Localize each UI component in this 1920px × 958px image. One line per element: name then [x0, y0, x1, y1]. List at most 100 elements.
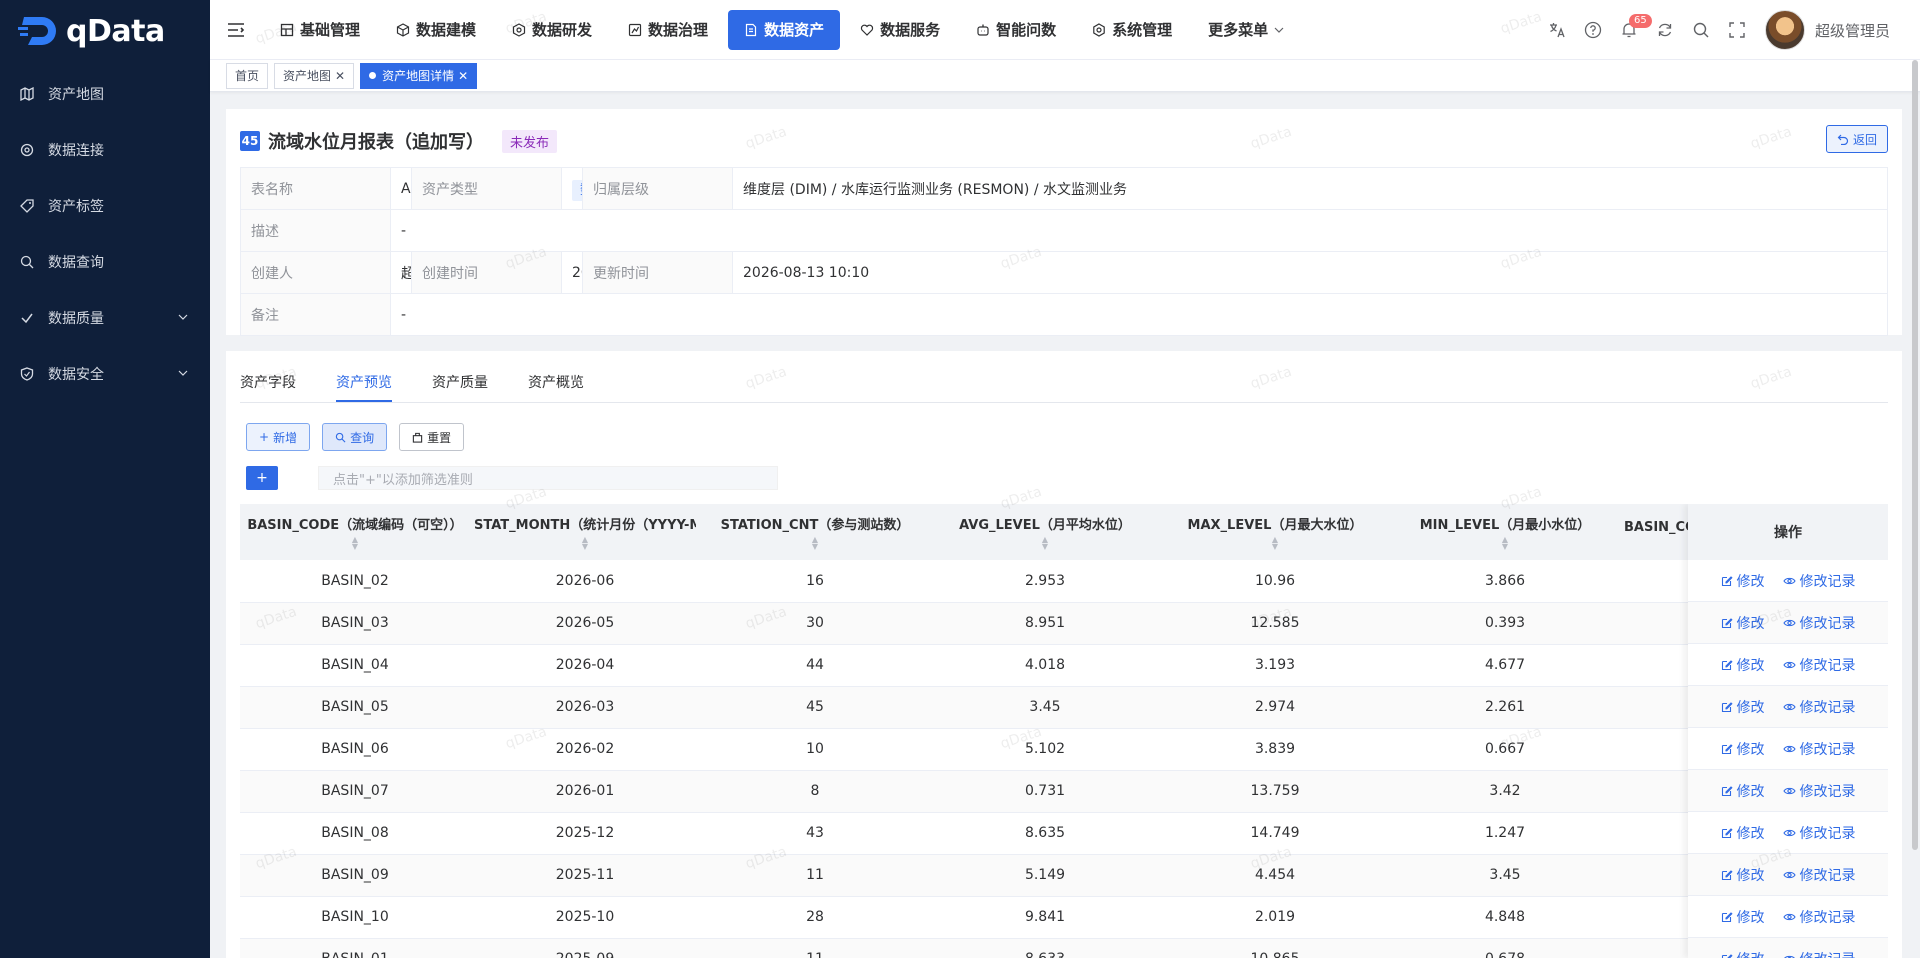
tab-asset-overview[interactable]: 资产概览 — [528, 372, 584, 402]
table-cell: 11 — [700, 938, 930, 958]
edit-history-button[interactable]: 修改记录 — [1782, 571, 1856, 591]
tab-asset-map-detail[interactable]: 资产地图详情 ✕ — [360, 62, 478, 89]
asset-type-tag: 数据库表 — [572, 180, 582, 201]
edit-button[interactable]: 修改 — [1721, 781, 1765, 801]
translate-icon[interactable] — [1539, 12, 1575, 48]
column-header[interactable]: MIN_LEVEL（月最小水位） ▲ ▼ — [1390, 504, 1620, 560]
topnav-smart-query[interactable]: 智能问数 — [960, 10, 1072, 50]
value-created-time: 2026-08-13 10:10 — [561, 251, 583, 294]
topnav-data-governance[interactable]: 数据治理 — [612, 10, 724, 50]
add-filter-button[interactable]: + — [246, 466, 278, 490]
sidebar-item-data-connection[interactable]: 数据连接 — [0, 122, 210, 178]
close-icon[interactable]: ✕ — [335, 69, 345, 83]
history-label: 修改记录 — [1799, 615, 1856, 632]
edit-button[interactable]: 修改 — [1721, 697, 1765, 717]
back-button[interactable]: 返回 — [1825, 125, 1888, 153]
filter-input[interactable]: 点击"+"以添加筛选准则 — [318, 466, 778, 490]
inner-tabs: 资产字段 资产预览 资产质量 资产概览 — [240, 351, 1888, 403]
edit-button[interactable]: 修改 — [1721, 739, 1765, 759]
add-button[interactable]: + 新增 — [246, 423, 311, 451]
table-cell: 12.585 — [1160, 602, 1390, 645]
back-arrow-icon — [1837, 134, 1849, 145]
edit-label: 修改 — [1736, 909, 1765, 926]
tab-home[interactable]: 首页 — [226, 62, 269, 89]
topnav-basic-management[interactable]: 基础管理 — [264, 10, 376, 50]
search-icon[interactable] — [1683, 12, 1719, 48]
table-row: BASIN_02 2026-06 16 2.953 10.96 3.866 — [240, 560, 1712, 603]
notification-bell-icon[interactable]: 65 — [1611, 12, 1652, 48]
page-scrollbar[interactable] — [1912, 60, 1918, 850]
edit-button[interactable]: 修改 — [1721, 613, 1765, 633]
edit-button[interactable]: 修改 — [1721, 823, 1765, 843]
tab-asset-preview[interactable]: 资产预览 — [336, 372, 392, 402]
edit-button[interactable]: 修改 — [1721, 949, 1765, 958]
active-dot-icon — [369, 72, 377, 79]
edit-history-button[interactable]: 修改记录 — [1782, 907, 1856, 927]
help-icon[interactable] — [1575, 12, 1611, 48]
sidebar-item-data-query[interactable]: 数据查询 — [0, 234, 210, 290]
sidebar-item-data-quality[interactable]: 数据质量 — [0, 290, 210, 346]
column-header[interactable]: AVG_LEVEL（月平均水位） ▲ ▼ — [930, 504, 1160, 560]
topnav-label: 智能问数 — [996, 21, 1057, 39]
username[interactable]: 超级管理员 — [1815, 20, 1890, 41]
sort-icon[interactable]: ▲ ▼ — [934, 536, 1156, 551]
topnav-label: 数据研发 — [532, 21, 593, 39]
topnav-more-menu[interactable]: 更多菜单 — [1192, 10, 1300, 50]
reset-icon — [412, 432, 423, 443]
op-row: 修改 修改记录 — [1688, 728, 1888, 770]
edit-history-button[interactable]: 修改记录 — [1782, 823, 1856, 843]
table-row: BASIN_08 2025-12 43 8.635 14.749 1.247 — [240, 812, 1712, 855]
topnav-system-management[interactable]: 系统管理 — [1076, 10, 1188, 50]
robot-icon — [977, 24, 989, 36]
sidebar-item-asset-map[interactable]: 资产地图 — [0, 66, 210, 122]
fullscreen-icon[interactable] — [1719, 12, 1755, 48]
table-cell: 2025-11 — [470, 854, 700, 897]
edit-history-button[interactable]: 修改记录 — [1782, 613, 1856, 633]
edit-button[interactable]: 修改 — [1721, 865, 1765, 885]
history-label: 修改记录 — [1799, 573, 1856, 590]
value-creator: 超级管理员 — [390, 251, 412, 294]
edit-history-button[interactable]: 修改记录 — [1782, 697, 1856, 717]
sidebar-item-asset-tags[interactable]: 资产标签 — [0, 178, 210, 234]
topnav-data-services[interactable]: 数据服务 — [844, 10, 956, 50]
edit-history-button[interactable]: 修改记录 — [1782, 781, 1856, 801]
column-header[interactable]: STAT_MONTH（统计月份（YYYY-MM））▲▼ — [470, 504, 700, 560]
edit-history-button[interactable]: 修改记录 — [1783, 949, 1856, 958]
edit-button[interactable]: 修改 — [1721, 655, 1765, 675]
avatar[interactable] — [1764, 10, 1805, 50]
edit-button[interactable]: 修改 — [1721, 571, 1765, 591]
edit-history-button[interactable]: 修改记录 — [1782, 865, 1856, 885]
sort-icon[interactable]: ▲ ▼ — [1164, 536, 1386, 551]
tab-label: 资产地图详情 — [382, 69, 455, 83]
tab-asset-map[interactable]: 资产地图 ✕ — [274, 62, 355, 89]
topnav-data-modeling[interactable]: 数据建模 — [380, 10, 492, 50]
topnav-data-development[interactable]: 数据研发 — [496, 10, 608, 50]
eye-icon — [1783, 955, 1795, 958]
menu-toggle-icon[interactable] — [226, 21, 246, 39]
edit-button[interactable]: 修改 — [1721, 907, 1765, 927]
query-button[interactable]: 查询 — [322, 423, 388, 451]
sort-icon[interactable]: ▲ ▼ — [704, 536, 926, 551]
topnav-data-assets[interactable]: 数据资产 — [728, 9, 841, 50]
sort-icon[interactable]: ▲ ▼ — [244, 536, 466, 551]
tab-asset-fields[interactable]: 资产字段 — [240, 372, 296, 402]
edit-history-button[interactable]: 修改记录 — [1782, 655, 1856, 675]
eye-icon — [1782, 661, 1796, 668]
topnav-label: 系统管理 — [1112, 21, 1173, 39]
logo[interactable]: qData — [0, 0, 210, 62]
tab-asset-quality[interactable]: 资产质量 — [432, 372, 488, 402]
refresh-icon[interactable] — [1647, 12, 1683, 48]
column-header[interactable]: STATION_CNT（参与测站数） ▲ ▼ — [700, 504, 930, 560]
column-header[interactable]: MAX_LEVEL（月最大水位） ▲ ▼ — [1160, 504, 1390, 560]
reset-label: 重置 — [427, 430, 452, 445]
reset-button[interactable]: 重置 — [399, 423, 465, 451]
sort-icon[interactable]: ▲ ▼ — [1394, 536, 1616, 551]
edit-history-button[interactable]: 修改记录 — [1782, 739, 1856, 759]
table-cell: 4.848 — [1390, 896, 1620, 939]
sort-icon[interactable]: ▲ ▼ — [474, 536, 696, 551]
close-icon[interactable]: ✕ — [458, 69, 468, 83]
top-header: 基础管理 数据建模 数据研发 数据治理 数据资产 数据服务 智能问数 系统管理 — [210, 0, 1920, 60]
sidebar-item-data-security[interactable]: 数据安全 — [0, 346, 210, 402]
eye-icon — [1782, 871, 1796, 878]
column-header[interactable]: BASIN_CODE（流域编码（可空）） ▲ ▼ — [240, 504, 470, 560]
